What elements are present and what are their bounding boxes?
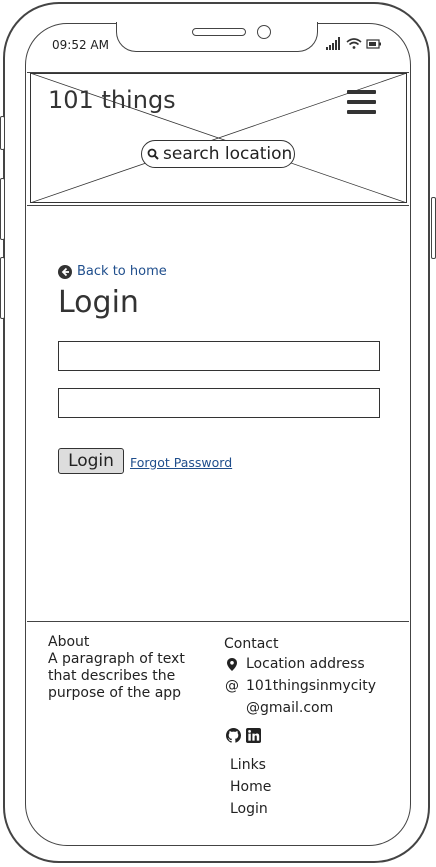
email-line-2[interactable]: @gmail.com [246, 700, 333, 717]
github-icon[interactable] [226, 728, 241, 743]
map-pin-icon [227, 657, 237, 671]
footer-about-line: A paragraph of text [48, 651, 185, 667]
search-location-button[interactable]: search location [141, 140, 295, 168]
side-button-volume-up [0, 178, 5, 240]
contact-location: Location address [224, 656, 365, 672]
password-field[interactable] [58, 388, 380, 418]
footer-link-home[interactable]: Home [230, 779, 271, 796]
footer-links-heading: Links [230, 757, 266, 773]
page-title: Login [58, 285, 139, 320]
location-address: Location address [246, 656, 365, 672]
footer-link-login[interactable]: Login [230, 801, 268, 818]
side-button-power [431, 197, 436, 259]
header-bottom-border [27, 205, 409, 206]
linkedin-icon[interactable] [246, 728, 261, 743]
username-field[interactable] [58, 341, 380, 371]
wifi-icon [346, 38, 362, 49]
status-icons [326, 37, 381, 50]
side-button-volume-down [0, 257, 5, 319]
side-button-mute [0, 116, 5, 150]
speaker-grille [192, 28, 246, 36]
arrow-left-circle-icon [58, 264, 72, 279]
footer-about-line: purpose of the app [48, 685, 182, 701]
back-link-label: Back to home [77, 264, 167, 279]
battery-icon [366, 39, 381, 49]
contact-email[interactable]: @ 101thingsinmycity [224, 678, 376, 694]
status-time: 09:52 AM [52, 38, 109, 52]
footer-about-line: that describes the [48, 668, 176, 684]
footer-contact-heading: Contact [224, 636, 279, 652]
back-to-home-link[interactable]: Back to home [58, 264, 167, 279]
search-icon [147, 148, 159, 160]
login-button[interactable]: Login [58, 448, 124, 474]
email-line-1: 101thingsinmycity [246, 678, 377, 694]
phone-notch [116, 22, 318, 52]
forgot-password-link[interactable]: Forgot Password [130, 455, 232, 470]
hamburger-menu-icon[interactable] [347, 90, 376, 116]
front-camera [257, 25, 271, 39]
search-label: search location [163, 144, 293, 164]
at-icon: @ [225, 678, 239, 694]
footer-top-border [27, 621, 409, 622]
app-logo[interactable]: 101 things [48, 86, 176, 114]
footer-about-heading: About [48, 634, 90, 650]
signal-icon [326, 37, 340, 50]
